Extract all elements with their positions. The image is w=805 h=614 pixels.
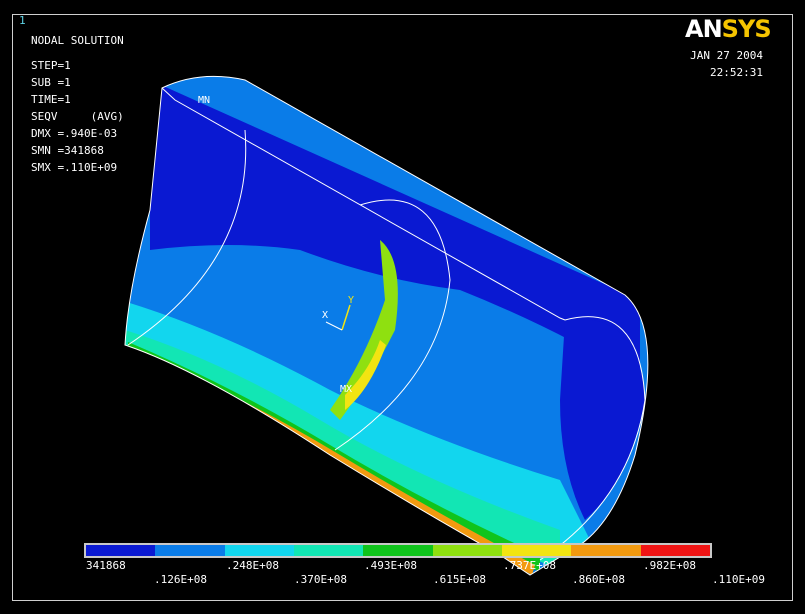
legend-band-6 [432,545,502,556]
legend-top-label-4: .737E+08 [503,559,556,572]
legend-band-1 [86,545,156,556]
triad-y: Y [348,295,354,306]
legend-bottom-label-5: .110E+09 [712,573,765,586]
legend-band-5 [363,545,433,556]
legend-bottom-label-4: .860E+08 [572,573,625,586]
stress-contour-model[interactable]: MN MX Y X [0,0,805,614]
legend-band-2 [155,545,225,556]
contour-legend-bar [84,543,712,558]
legend-bottom-label-1: .126E+08 [154,573,207,586]
legend-bottom-label-3: .615E+08 [433,573,486,586]
legend-band-4 [293,545,364,556]
legend-bottom-label-2: .370E+08 [294,573,347,586]
legend-band-9 [640,545,710,556]
legend-band-3 [224,545,294,556]
legend-top-label-1: 341868 [86,559,126,572]
legend-band-8 [571,545,641,556]
legend-top-label-3: .493E+08 [364,559,417,572]
legend-top-label-2: .248E+08 [226,559,279,572]
max-marker: MX [340,384,352,395]
legend-top-label-5: .982E+08 [643,559,696,572]
min-marker: MN [198,95,210,106]
legend-band-7 [501,545,572,556]
triad-x: X [322,310,328,321]
